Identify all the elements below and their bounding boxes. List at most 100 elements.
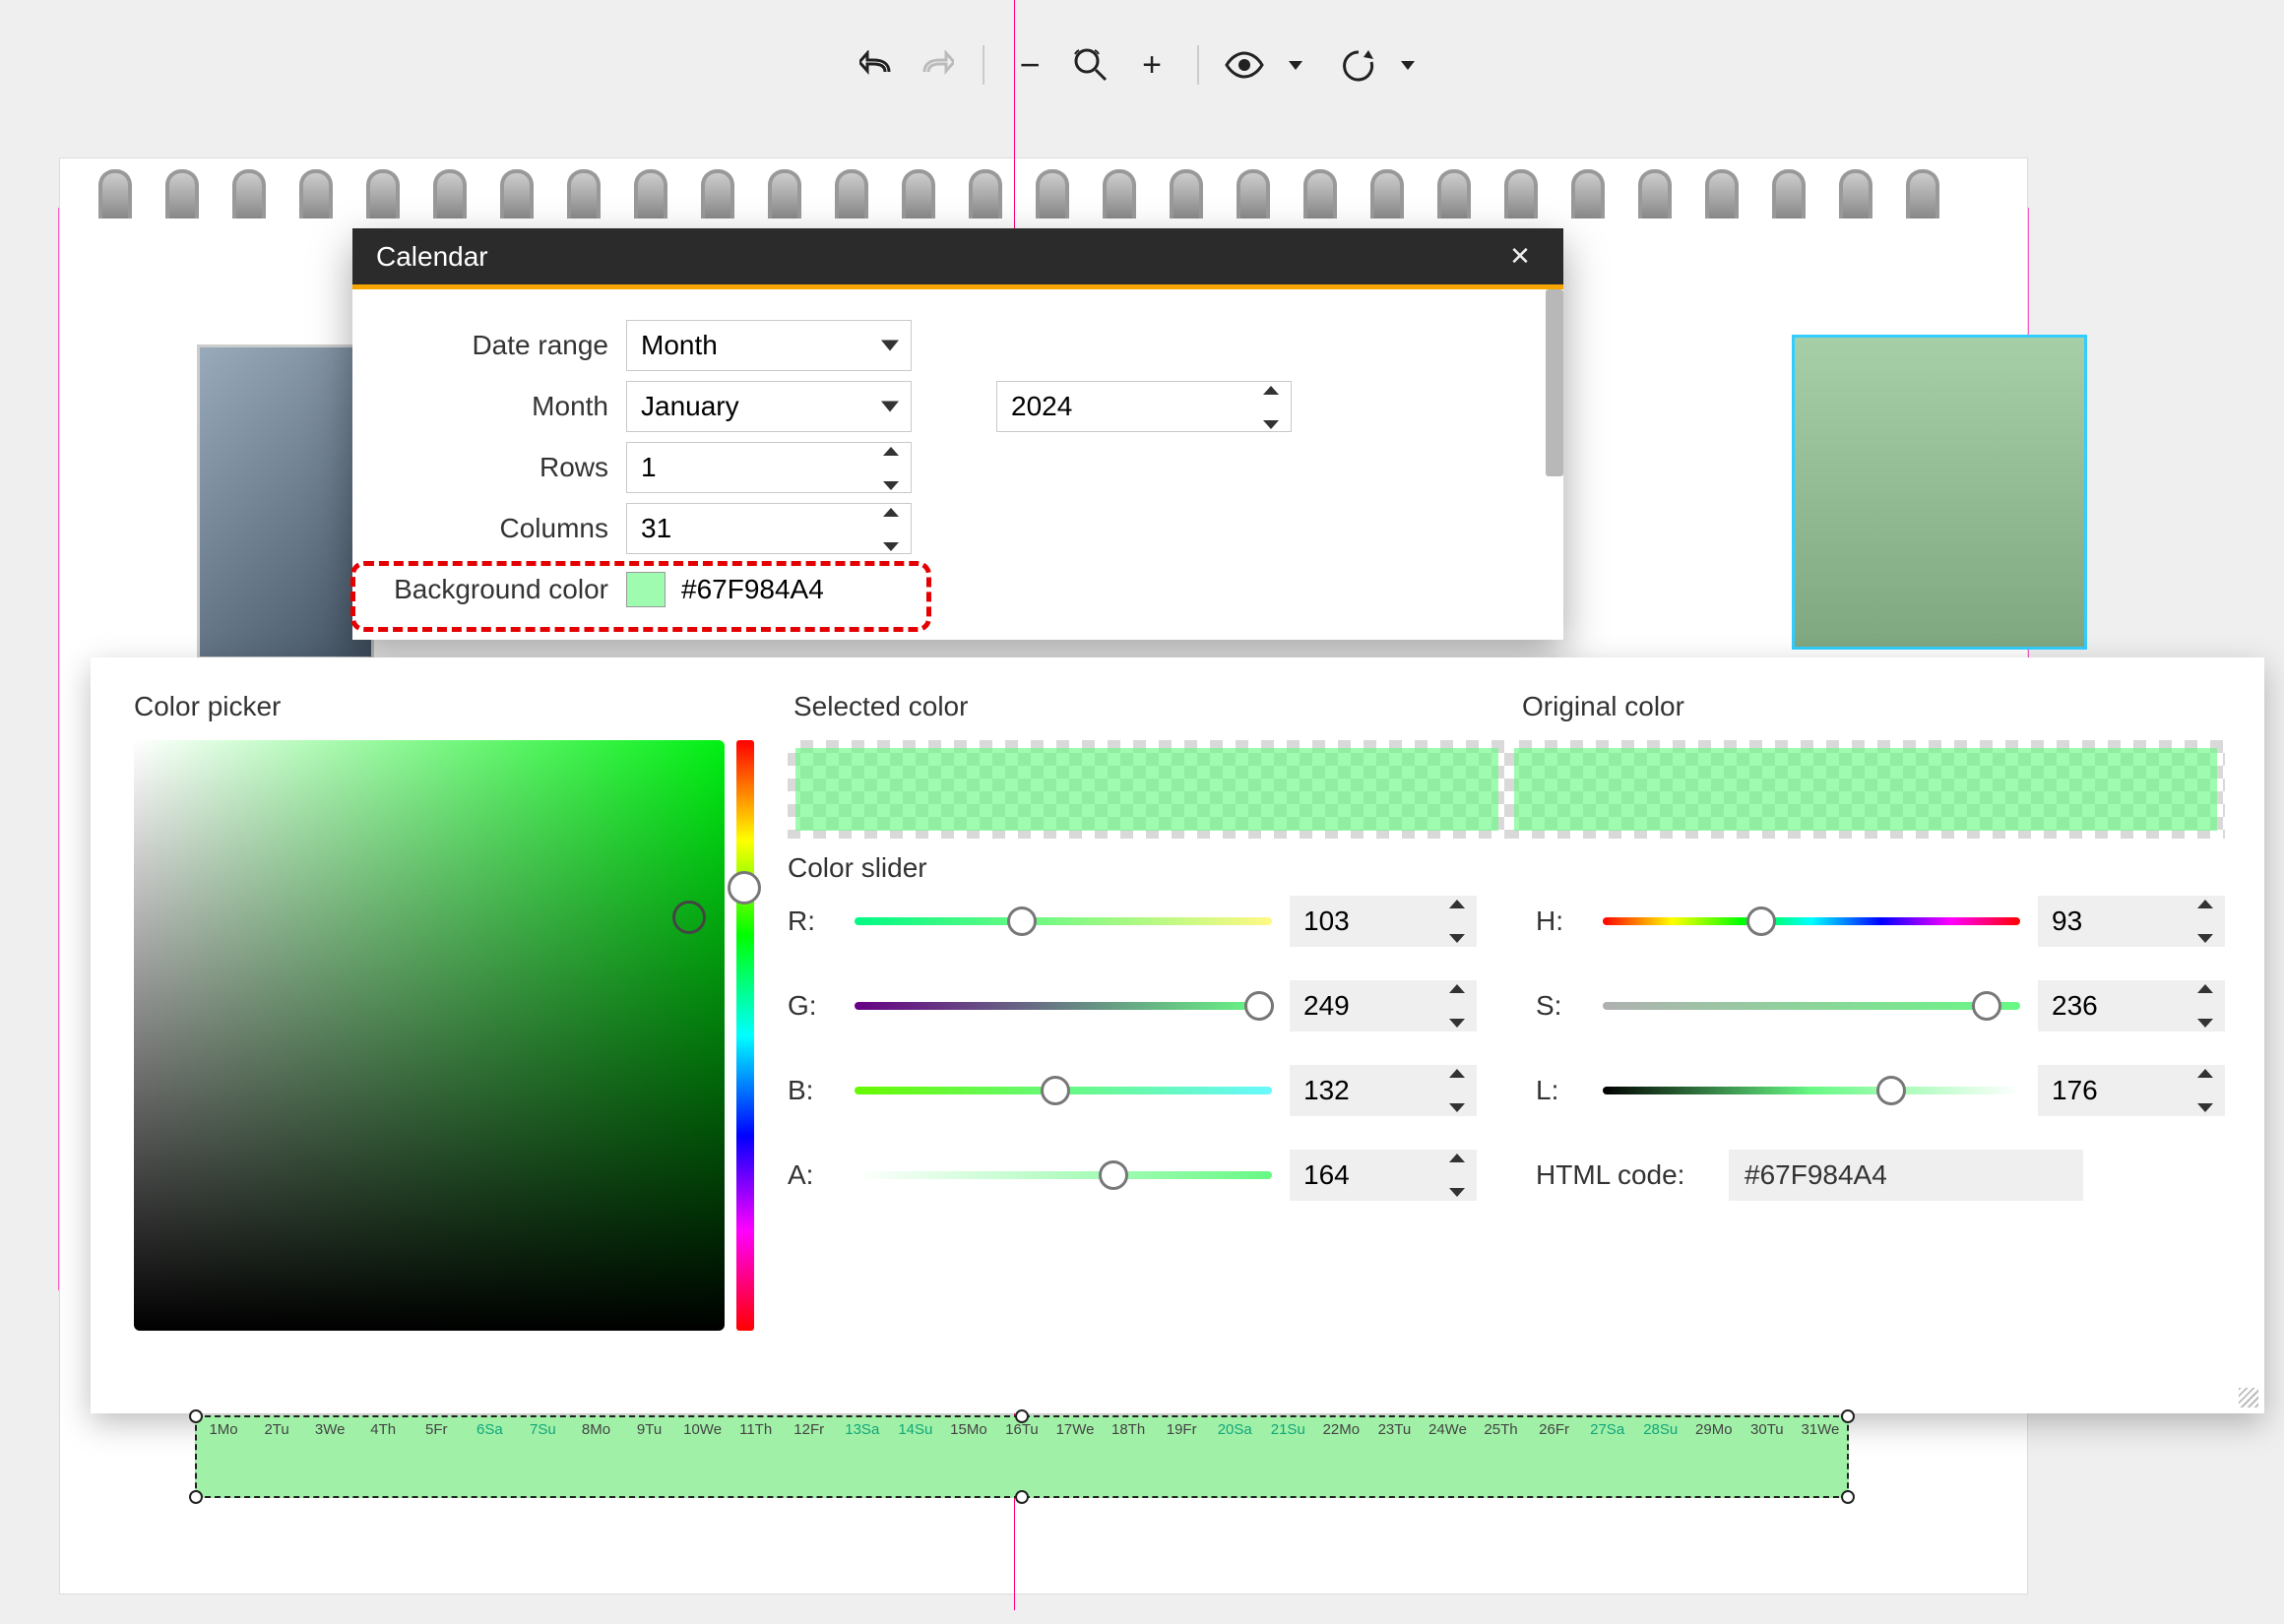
calendar-day-cell[interactable]: 19Fr — [1155, 1421, 1208, 1438]
s-slider-thumb[interactable] — [1972, 991, 2001, 1021]
selection-handle[interactable] — [1015, 1409, 1029, 1423]
month-label: Month — [382, 391, 608, 422]
calendar-day-cell[interactable]: 28Su — [1634, 1421, 1687, 1438]
spinner-buttons[interactable] — [883, 508, 905, 551]
b-slider[interactable] — [855, 1087, 1272, 1094]
calendar-day-cell[interactable]: 29Mo — [1687, 1421, 1741, 1438]
calendar-day-cell[interactable]: 10We — [676, 1421, 730, 1438]
date-range-dropdown[interactable]: Month — [626, 320, 912, 371]
a-value-input[interactable]: 164 — [1290, 1150, 1477, 1201]
calendar-day-cell[interactable]: 8Mo — [569, 1421, 622, 1438]
calendar-day-cell[interactable]: 26Fr — [1528, 1421, 1581, 1438]
calendar-day-cell[interactable]: 7Su — [516, 1421, 569, 1438]
spinner-buttons[interactable] — [2197, 1069, 2219, 1112]
spinner-buttons[interactable] — [2197, 984, 2219, 1028]
columns-spinner[interactable]: 31 — [626, 503, 912, 554]
selection-handle[interactable] — [1841, 1490, 1855, 1504]
year-spinner[interactable]: 2024 — [996, 381, 1292, 432]
reset-chevron-icon[interactable] — [1386, 43, 1429, 87]
selection-handle[interactable] — [189, 1490, 203, 1504]
photo-placeholder-left — [197, 344, 374, 659]
calendar-day-cell[interactable]: 21Su — [1261, 1421, 1314, 1438]
a-slider-thumb[interactable] — [1099, 1160, 1128, 1190]
s-value-input[interactable]: 236 — [2038, 980, 2225, 1031]
calendar-day-cell[interactable]: 22Mo — [1314, 1421, 1367, 1438]
b-value-input[interactable]: 132 — [1290, 1065, 1477, 1116]
calendar-day-cell[interactable]: 20Sa — [1208, 1421, 1261, 1438]
selection-handle[interactable] — [1841, 1409, 1855, 1423]
dialog-scrollbar[interactable] — [1546, 289, 1563, 476]
color-slider-title: Color slider — [788, 852, 2225, 884]
resize-grip[interactable] — [2239, 1388, 2258, 1407]
g-slider[interactable] — [855, 1002, 1272, 1010]
spinner-buttons[interactable] — [1449, 1069, 1471, 1112]
calendar-day-cell[interactable]: 5Fr — [410, 1421, 463, 1438]
calendar-day-cell[interactable]: 6Sa — [463, 1421, 516, 1438]
month-dropdown[interactable]: January — [626, 381, 912, 432]
hue-thumb[interactable] — [728, 871, 761, 905]
l-slider[interactable] — [1603, 1087, 2020, 1094]
spinner-buttons[interactable] — [1263, 386, 1285, 429]
redo-button[interactable] — [916, 43, 959, 87]
calendar-strip[interactable]: 1Mo2Tu3We4Th5Fr6Sa7Su8Mo9Tu10We11Th12Fr1… — [195, 1415, 1849, 1498]
calendar-day-cell[interactable]: 2Tu — [250, 1421, 303, 1438]
top-toolbar: − + — [855, 37, 1429, 93]
calendar-day-cell[interactable]: 9Tu — [623, 1421, 676, 1438]
spinner-buttons[interactable] — [2197, 900, 2219, 943]
g-value-input[interactable]: 249 — [1290, 980, 1477, 1031]
l-value-input[interactable]: 176 — [2038, 1065, 2225, 1116]
calendar-day-cell[interactable]: 31We — [1794, 1421, 1847, 1438]
selected-header: Selected color — [793, 691, 1522, 722]
calendar-day-cell[interactable]: 24We — [1421, 1421, 1474, 1438]
calendar-day-cell[interactable]: 1Mo — [197, 1421, 250, 1438]
calendar-day-cell[interactable]: 27Sa — [1581, 1421, 1634, 1438]
reset-button[interactable] — [1335, 43, 1378, 87]
h-value-input[interactable]: 93 — [2038, 896, 2225, 947]
calendar-day-cell[interactable]: 30Tu — [1741, 1421, 1794, 1438]
calendar-day-cell[interactable]: 25Th — [1475, 1421, 1528, 1438]
calendar-day-cell[interactable]: 3We — [303, 1421, 356, 1438]
calendar-day-cell[interactable]: 4Th — [356, 1421, 410, 1438]
sv-thumb[interactable] — [672, 901, 706, 934]
b-slider-thumb[interactable] — [1041, 1076, 1070, 1105]
spinner-buttons[interactable] — [1449, 900, 1471, 943]
dialog-close-button[interactable]: ✕ — [1500, 237, 1540, 277]
calendar-day-cell[interactable]: 23Tu — [1367, 1421, 1421, 1438]
spinner-buttons[interactable] — [1449, 984, 1471, 1028]
preview-chevron-icon[interactable] — [1274, 43, 1317, 87]
spinner-buttons[interactable] — [883, 447, 905, 490]
hue-strip[interactable] — [736, 740, 754, 1331]
calendar-day-cell[interactable]: 18Th — [1102, 1421, 1155, 1438]
selection-handle[interactable] — [1015, 1490, 1029, 1504]
html-code-input[interactable]: #67F984A4 — [1729, 1150, 2083, 1201]
dialog-titlebar[interactable]: Calendar ✕ — [352, 228, 1563, 289]
saturation-value-area[interactable] — [134, 740, 725, 1331]
rows-spinner[interactable]: 1 — [626, 442, 912, 493]
calendar-day-cell[interactable]: 14Su — [889, 1421, 942, 1438]
calendar-day-cell[interactable]: 15Mo — [942, 1421, 995, 1438]
l-slider-thumb[interactable] — [1876, 1076, 1906, 1105]
zoom-in-button[interactable]: + — [1130, 43, 1174, 87]
a-slider[interactable] — [855, 1171, 1272, 1179]
s-label: S: — [1536, 990, 1585, 1022]
g-slider-thumb[interactable] — [1244, 991, 1274, 1021]
a-slider-row: A:164 — [788, 1150, 1477, 1201]
calendar-day-cell[interactable]: 17We — [1048, 1421, 1102, 1438]
columns-value: 31 — [641, 513, 671, 544]
s-slider[interactable] — [1603, 1002, 2020, 1010]
calendar-day-cell[interactable]: 11Th — [730, 1421, 783, 1438]
zoom-fit-button[interactable] — [1069, 43, 1112, 87]
preview-button[interactable] — [1223, 43, 1266, 87]
calendar-day-cell[interactable]: 12Fr — [783, 1421, 836, 1438]
original-color-preview[interactable] — [1506, 740, 2225, 839]
r-slider-thumb[interactable] — [1007, 906, 1037, 936]
calendar-day-cell[interactable]: 13Sa — [836, 1421, 889, 1438]
h-slider[interactable] — [1603, 917, 2020, 925]
r-slider[interactable] — [855, 917, 1272, 925]
spinner-buttons[interactable] — [1449, 1154, 1471, 1197]
selection-handle[interactable] — [189, 1409, 203, 1423]
r-value-input[interactable]: 103 — [1290, 896, 1477, 947]
undo-button[interactable] — [855, 43, 898, 87]
calendar-day-cell[interactable]: 16Tu — [995, 1421, 1048, 1438]
h-slider-thumb[interactable] — [1746, 906, 1776, 936]
